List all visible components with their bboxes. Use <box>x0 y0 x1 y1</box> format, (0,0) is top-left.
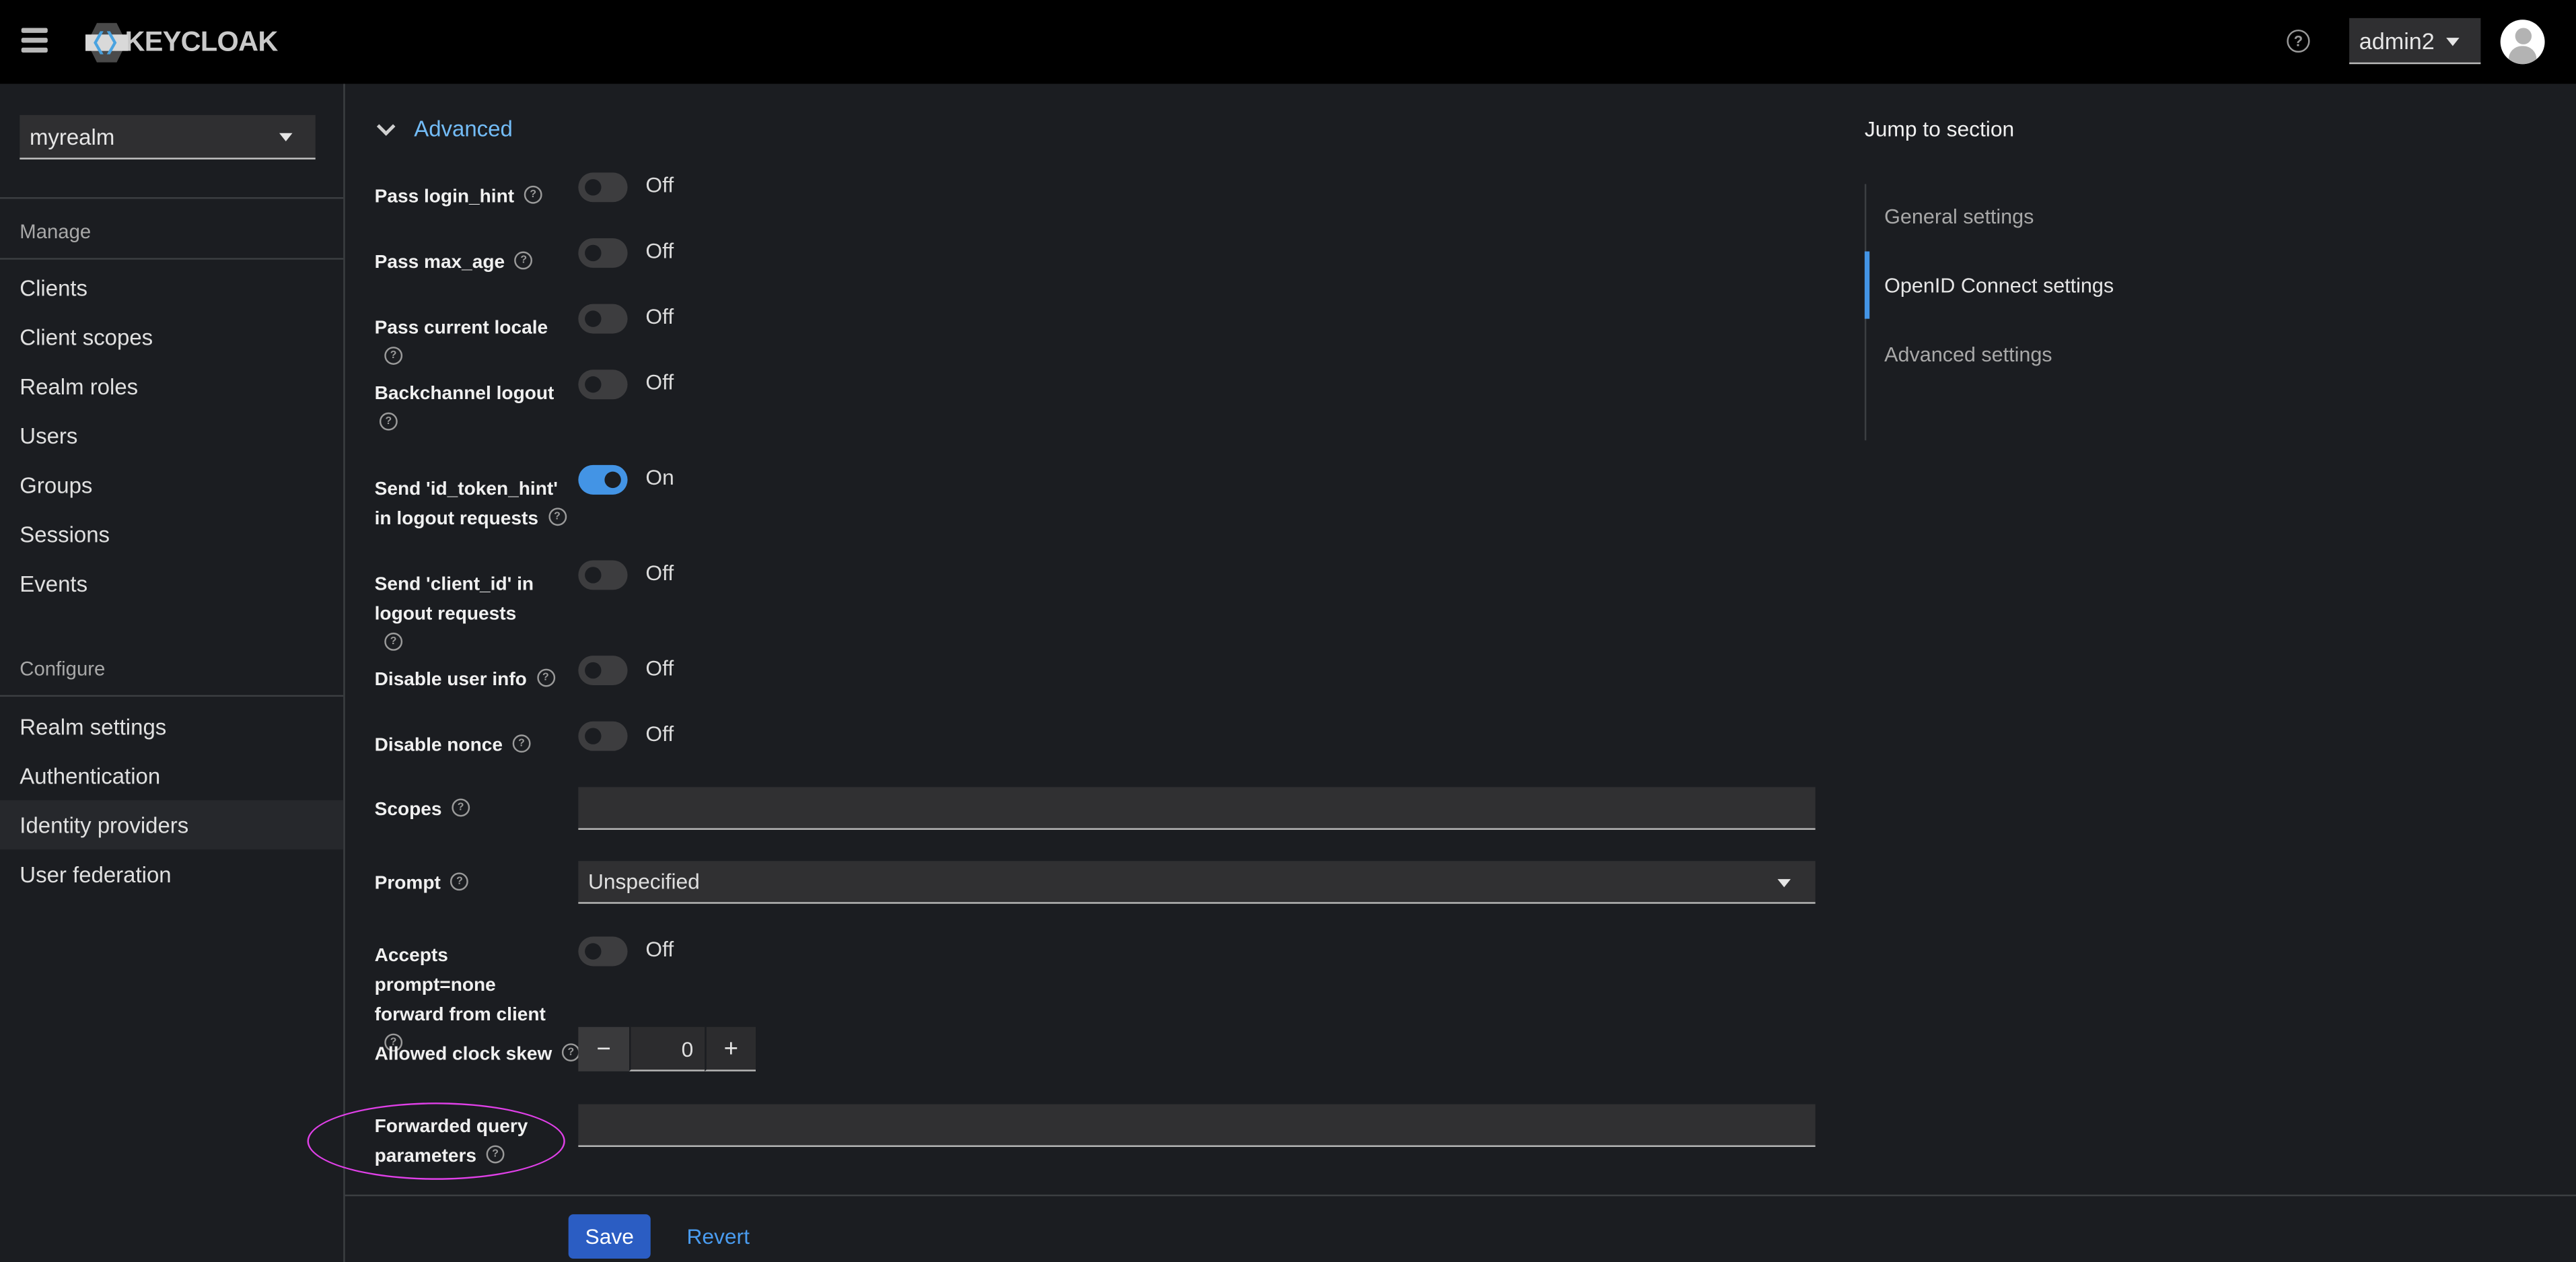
send-id-token-hint-switch[interactable] <box>578 464 628 495</box>
help-icon[interactable]: ? <box>486 1146 505 1164</box>
sidebar-item-realm-roles[interactable]: Realm roles <box>0 361 343 411</box>
realm-name: myrealm <box>29 124 115 149</box>
field-label: Scopes? <box>375 796 569 825</box>
switch-state-label: Off <box>645 370 674 394</box>
help-icon[interactable]: ? <box>384 347 403 366</box>
disable-user-info-switch[interactable] <box>578 656 628 686</box>
jump-to-section-title: Jump to section <box>1864 116 2015 141</box>
sidebar-item-clients[interactable]: Clients <box>0 263 343 312</box>
backchannel-logout-switch[interactable] <box>578 370 628 400</box>
field-label: Forwarded query parameters? <box>374 1117 528 1167</box>
masthead: KEYCLOAK ? admin2 <box>0 0 2576 84</box>
field-label: Send 'id_token_hint' in logout requests? <box>375 475 569 534</box>
field-label: Send 'client_id' in logout requests? <box>375 570 539 659</box>
jump-item-openid-connect-settings[interactable]: OpenID Connect settings <box>1884 275 2114 297</box>
help-icon[interactable]: ? <box>514 252 533 271</box>
prompt-select-value: Unspecified <box>587 869 700 895</box>
chevron-down-icon <box>376 116 396 135</box>
increment-button[interactable]: + <box>705 1026 756 1072</box>
sidebar-item-identity-providers[interactable]: Identity providers <box>0 800 344 850</box>
switch-state-label: Off <box>645 304 674 329</box>
avatar[interactable] <box>2500 20 2545 65</box>
keycloak-logo[interactable]: KEYCLOAK <box>85 23 278 63</box>
caret-down-icon <box>2446 38 2460 46</box>
help-icon[interactable]: ? <box>524 186 542 205</box>
sidebar-item-authentication[interactable]: Authentication <box>0 751 343 800</box>
field-label: Pass max_age? <box>375 248 569 278</box>
switch-state-label: Off <box>645 560 674 586</box>
field-label: Disable user info? <box>375 666 569 695</box>
decrement-button[interactable]: − <box>578 1026 630 1072</box>
revert-button[interactable]: Revert <box>686 1214 749 1259</box>
field-label: Pass login_hint? <box>375 182 569 212</box>
keycloak-logo-icon <box>85 23 129 63</box>
nav-group-title-manage: Manage <box>20 220 92 244</box>
help-icon[interactable]: ? <box>450 873 469 892</box>
switch-state-label: Off <box>645 721 674 746</box>
clock-skew-stepper: − 0 + <box>578 1026 756 1072</box>
forwarded-query-parameters-input[interactable] <box>578 1104 1816 1148</box>
help-icon[interactable]: ? <box>536 669 555 688</box>
user-name: admin2 <box>2359 27 2435 54</box>
brand-name: KEYCLOAK <box>124 26 279 58</box>
sidebar-item-user-federation[interactable]: User federation <box>0 849 343 899</box>
nav-group-title-configure: Configure <box>20 657 106 680</box>
sidebar-item-groups[interactable]: Groups <box>0 460 343 510</box>
sidebar-item-users[interactable]: Users <box>0 411 343 460</box>
help-icon[interactable]: ? <box>548 508 567 527</box>
sidebar-item-realm-settings[interactable]: Realm settings <box>0 701 343 750</box>
pass-login-hint-switch[interactable] <box>578 172 628 203</box>
pass-max-age-switch[interactable] <box>578 238 628 268</box>
jump-item-general-settings[interactable]: General settings <box>1884 205 2034 228</box>
hamburger-icon[interactable] <box>21 28 48 52</box>
help-icon[interactable]: ? <box>512 735 531 754</box>
caret-down-icon <box>1777 879 1791 888</box>
field-label: Prompt? <box>375 869 569 899</box>
field-label: Allowed clock skew? <box>375 1040 580 1070</box>
prompt-select[interactable]: Unspecified <box>578 861 1816 904</box>
scopes-input[interactable] <box>578 787 1816 830</box>
help-icon[interactable]: ? <box>384 633 403 652</box>
realm-selector[interactable]: myrealm <box>20 114 316 160</box>
divider <box>0 197 344 199</box>
switch-state-label: Off <box>645 936 674 962</box>
sidebar: myrealm Manage Clients Client scopes Rea… <box>0 83 345 1262</box>
divider <box>0 695 344 697</box>
caret-down-icon <box>279 133 293 141</box>
disable-nonce-switch[interactable] <box>578 721 628 751</box>
field-label: Backchannel logout? <box>375 380 556 439</box>
advanced-section-toggle[interactable]: Advanced <box>376 116 513 141</box>
divider <box>0 258 344 260</box>
advanced-section-label: Advanced <box>414 116 513 141</box>
switch-state-label: Off <box>645 172 674 197</box>
field-label: Disable nonce? <box>375 731 569 761</box>
sidebar-item-events[interactable]: Events <box>0 559 343 608</box>
footer-divider <box>345 1194 2576 1197</box>
help-icon[interactable]: ? <box>561 1044 580 1063</box>
user-dropdown[interactable]: admin2 <box>2349 17 2481 65</box>
clock-skew-input[interactable]: 0 <box>629 1026 705 1072</box>
jump-item-advanced-settings[interactable]: Advanced settings <box>1884 343 2052 366</box>
save-button[interactable]: Save <box>568 1214 651 1259</box>
accepts-prompt-none-switch[interactable] <box>578 936 628 967</box>
help-icon[interactable]: ? <box>2287 29 2310 53</box>
field-label: Pass current locale? <box>375 314 569 373</box>
help-icon[interactable]: ? <box>379 413 398 431</box>
help-icon[interactable]: ? <box>452 799 470 818</box>
app-root: KEYCLOAK ? admin2 myrealm Manage Clients… <box>0 0 2576 1262</box>
switch-state-label: On <box>645 464 674 490</box>
switch-state-label: Off <box>645 238 674 263</box>
jump-to-section: Jump to section General settings OpenID … <box>1864 116 2114 441</box>
sidebar-item-sessions[interactable]: Sessions <box>0 510 343 559</box>
active-indicator <box>1864 251 1870 319</box>
send-client-id-switch[interactable] <box>578 560 628 590</box>
jump-to-section-list: General settings OpenID Connect settings… <box>1864 184 2195 441</box>
switch-state-label: Off <box>645 656 674 680</box>
main-content: Advanced Pass login_hint? Off Pass max_a… <box>307 84 2576 1262</box>
sidebar-item-client-scopes[interactable]: Client scopes <box>0 312 343 361</box>
pass-current-locale-switch[interactable] <box>578 304 628 334</box>
